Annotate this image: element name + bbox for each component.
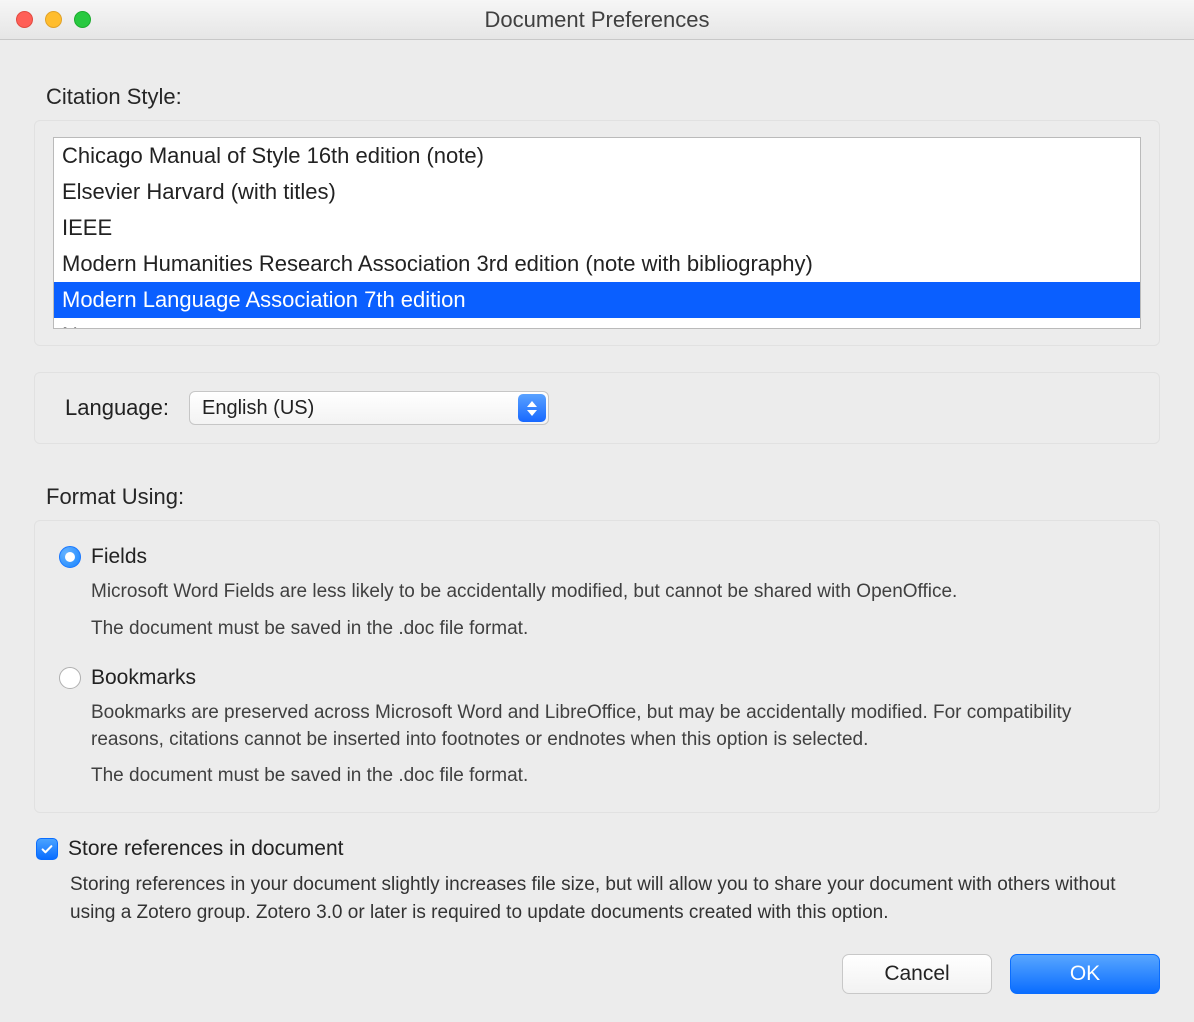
dialog-buttons: Cancel OK <box>34 954 1160 994</box>
citation-style-item[interactable]: Nature <box>54 318 1140 329</box>
store-refs-title: Store references in document <box>68 837 343 861</box>
citation-style-item[interactable]: Modern Language Association 7th edition <box>54 282 1140 318</box>
format-option-title: Fields <box>91 545 147 569</box>
citation-style-item[interactable]: Modern Humanities Research Association 3… <box>54 246 1140 282</box>
citation-panel: Chicago Manual of Style 16th edition (no… <box>34 120 1160 346</box>
ok-button[interactable]: OK <box>1010 954 1160 994</box>
language-panel: Language: English (US) <box>34 372 1160 444</box>
language-select-value: English (US) <box>202 397 314 420</box>
dialog-content: Citation Style: Chicago Manual of Style … <box>0 40 1194 1022</box>
citation-style-label: Citation Style: <box>46 84 1160 110</box>
format-option-desc: Microsoft Word Fields are less likely to… <box>91 579 1135 606</box>
format-using-label: Format Using: <box>46 484 1160 510</box>
language-select[interactable]: English (US) <box>189 391 549 425</box>
citation-style-list[interactable]: Chicago Manual of Style 16th edition (no… <box>53 137 1141 329</box>
titlebar: Document Preferences <box>0 0 1194 40</box>
format-option-desc: The document must be saved in the .doc f… <box>91 616 1135 643</box>
store-refs-checkbox[interactable] <box>36 838 58 860</box>
citation-style-item[interactable]: Elsevier Harvard (with titles) <box>54 174 1140 210</box>
store-refs-desc: Storing references in your document slig… <box>70 871 1160 926</box>
window-title: Document Preferences <box>0 7 1194 33</box>
language-label: Language: <box>65 395 169 421</box>
format-panel: Fields Microsoft Word Fields are less li… <box>34 520 1160 813</box>
store-refs-block: Store references in document Storing ref… <box>36 837 1160 926</box>
minimize-window-button[interactable] <box>45 11 62 28</box>
radio-icon <box>59 667 81 689</box>
format-option-desc: The document must be saved in the .doc f… <box>91 763 1135 790</box>
window-controls <box>16 11 91 28</box>
cancel-button[interactable]: Cancel <box>842 954 992 994</box>
format-option-desc: Bookmarks are preserved across Microsoft… <box>91 700 1135 753</box>
citation-style-item[interactable]: IEEE <box>54 210 1140 246</box>
format-option-fields[interactable]: Fields <box>59 545 1135 569</box>
format-option-title: Bookmarks <box>91 666 196 690</box>
zoom-window-button[interactable] <box>74 11 91 28</box>
radio-icon <box>59 546 81 568</box>
stepper-icon <box>518 394 546 422</box>
format-option-bookmarks[interactable]: Bookmarks <box>59 666 1135 690</box>
citation-style-item[interactable]: Chicago Manual of Style 16th edition (no… <box>54 138 1140 174</box>
close-window-button[interactable] <box>16 11 33 28</box>
